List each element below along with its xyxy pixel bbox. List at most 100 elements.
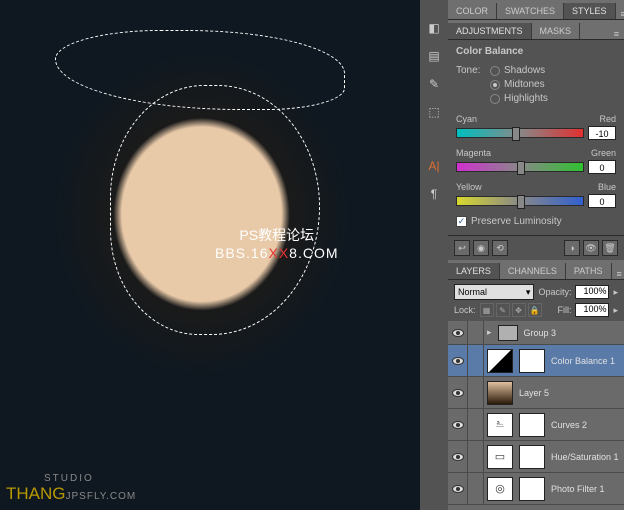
layer-name[interactable]: Hue/Saturation 1 — [548, 452, 624, 462]
slider-thumb[interactable] — [517, 195, 525, 209]
blend-mode-select[interactable]: Normal▾ — [454, 284, 534, 300]
eye-icon[interactable] — [452, 357, 464, 365]
eye-icon[interactable] — [452, 485, 464, 493]
label-blue: Blue — [598, 182, 616, 192]
adjustments-panel: Color Balance Tone: Shadows Midtones Hig… — [448, 40, 624, 235]
watermark-url: BBS.16XX8.COM — [215, 245, 339, 261]
character-icon[interactable]: A| — [424, 156, 444, 176]
layer-row[interactable]: ⎁ Curves 2 — [448, 409, 624, 441]
label-cyan: Cyan — [456, 114, 477, 124]
adjustment-thumb[interactable]: ◎ — [487, 477, 513, 501]
tab-color[interactable]: COLOR — [448, 3, 497, 19]
label-yellow: Yellow — [456, 182, 482, 192]
radio-icon — [490, 66, 500, 76]
chevron-icon[interactable]: ▸ — [613, 287, 618, 298]
slider-magenta-green[interactable] — [456, 162, 584, 172]
layer-row[interactable]: ▭ Hue/Saturation 1 — [448, 441, 624, 473]
layer-name[interactable]: Photo Filter 1 — [548, 484, 624, 494]
layer-row[interactable]: ◎ Photo Filter 1 — [448, 473, 624, 505]
slider-thumb[interactable] — [512, 127, 520, 141]
opacity-input[interactable]: 100% — [575, 285, 609, 299]
eye-icon[interactable] — [452, 453, 464, 461]
watermark-name: THANG — [6, 484, 66, 503]
adjustments-footer: ↩ ◉ ⟲ ◑ 👁 🗑 — [448, 235, 624, 260]
eye-icon[interactable] — [452, 389, 464, 397]
document-image: PS教程论坛 BBS.16XX8.COM STUDIO THANGJPSFLY.… — [0, 0, 420, 510]
radio-shadows[interactable]: Shadows — [490, 65, 548, 76]
panel-menu-icon[interactable]: ≡ — [612, 269, 624, 279]
tab-swatches[interactable]: SWATCHES — [497, 3, 564, 19]
tab-paths[interactable]: PATHS — [566, 263, 612, 279]
lock-all-icon[interactable]: 🔒 — [528, 303, 542, 317]
reset-icon[interactable]: ⟲ — [492, 240, 508, 256]
mask-thumb[interactable] — [519, 413, 545, 437]
top-panel-tabs: COLOR SWATCHES STYLES ≡ — [448, 0, 624, 20]
chevron-icon[interactable]: ▸ — [613, 305, 618, 316]
watermark-text: PS教程论坛 — [215, 225, 339, 245]
layer-thumb[interactable] — [487, 381, 513, 405]
mask-thumb[interactable] — [519, 349, 545, 373]
adjustment-title: Color Balance — [456, 46, 616, 57]
view-previous-icon[interactable]: ◉ — [473, 240, 489, 256]
lock-label: Lock: — [454, 305, 476, 315]
tab-layers[interactable]: LAYERS — [448, 263, 500, 279]
canvas-area[interactable]: PS教程论坛 BBS.16XX8.COM STUDIO THANGJPSFLY.… — [0, 0, 420, 510]
adjustment-thumb[interactable] — [487, 349, 513, 373]
eye-icon[interactable] — [452, 421, 464, 429]
adjustment-thumb[interactable]: ⎁ — [487, 413, 513, 437]
tone-label: Tone: — [456, 65, 484, 76]
layers-list[interactable]: ▸ Group 3 Color Balance 1 Layer 5 — [448, 321, 624, 510]
mask-thumb[interactable] — [519, 477, 545, 501]
disclosure-triangle-icon[interactable]: ▸ — [484, 327, 495, 338]
layer-name[interactable]: Group 3 — [521, 328, 624, 338]
delete-icon[interactable]: 🗑 — [602, 240, 618, 256]
layer-group[interactable]: ▸ Group 3 — [448, 321, 624, 345]
value-cyan-red[interactable]: -10 — [588, 126, 616, 140]
selection-marquee — [110, 85, 320, 335]
radio-icon — [490, 80, 500, 90]
slider-cyan-red[interactable] — [456, 128, 584, 138]
chevron-down-icon: ▾ — [526, 287, 531, 298]
lock-pixels-icon[interactable]: ✎ — [496, 303, 510, 317]
value-magenta-green[interactable]: 0 — [588, 160, 616, 174]
paragraph-icon[interactable]: ¶ — [424, 184, 444, 204]
layer-name[interactable]: Layer 5 — [516, 388, 624, 398]
visibility-icon[interactable]: 👁 — [583, 240, 599, 256]
radio-midtones[interactable]: Midtones — [490, 79, 548, 90]
layer-name[interactable]: Curves 2 — [548, 420, 624, 430]
tab-channels[interactable]: CHANNELS — [500, 263, 566, 279]
clone-source-icon[interactable]: ⬚ — [424, 102, 444, 122]
label-red: Red — [599, 114, 616, 124]
adjustment-thumb[interactable]: ▭ — [487, 445, 513, 469]
panel-menu-icon[interactable]: ≡ — [609, 29, 624, 39]
tab-styles[interactable]: STYLES — [564, 3, 616, 19]
tab-masks[interactable]: MASKS — [532, 23, 581, 39]
actions-icon[interactable]: ▤ — [424, 46, 444, 66]
tab-adjustments[interactable]: ADJUSTMENTS — [448, 23, 532, 39]
clip-icon[interactable]: ◑ — [564, 240, 580, 256]
return-icon[interactable]: ↩ — [454, 240, 470, 256]
checkbox-icon: ✓ — [456, 216, 467, 227]
watermark-bottom: STUDIO THANGJPSFLY.COM — [6, 473, 136, 504]
history-icon[interactable]: ◧ — [424, 18, 444, 38]
watermark-studio: STUDIO — [44, 473, 136, 484]
layers-tabs: LAYERS CHANNELS PATHS ≡ — [448, 260, 624, 280]
lock-position-icon[interactable]: ✥ — [512, 303, 526, 317]
layer-row[interactable]: Color Balance 1 — [448, 345, 624, 377]
lock-transparency-icon[interactable]: ▦ — [480, 303, 494, 317]
folder-icon — [498, 325, 518, 341]
mask-thumb[interactable] — [519, 445, 545, 469]
slider-thumb[interactable] — [517, 161, 525, 175]
slider-yellow-blue[interactable] — [456, 196, 584, 206]
layer-name[interactable]: Color Balance 1 — [548, 356, 624, 366]
adjustments-tabs: ADJUSTMENTS MASKS ≡ — [448, 20, 624, 40]
preserve-luminosity-checkbox[interactable]: ✓ Preserve Luminosity — [456, 216, 616, 227]
radio-highlights[interactable]: Highlights — [490, 93, 548, 104]
panel-menu-icon[interactable]: ≡ — [616, 9, 624, 19]
fill-input[interactable]: 100% — [575, 303, 609, 317]
brush-icon[interactable]: ✎ — [424, 74, 444, 94]
value-yellow-blue[interactable]: 0 — [588, 194, 616, 208]
eye-icon[interactable] — [452, 329, 464, 337]
layer-row[interactable]: Layer 5 — [448, 377, 624, 409]
opacity-label: Opacity: — [538, 287, 571, 297]
